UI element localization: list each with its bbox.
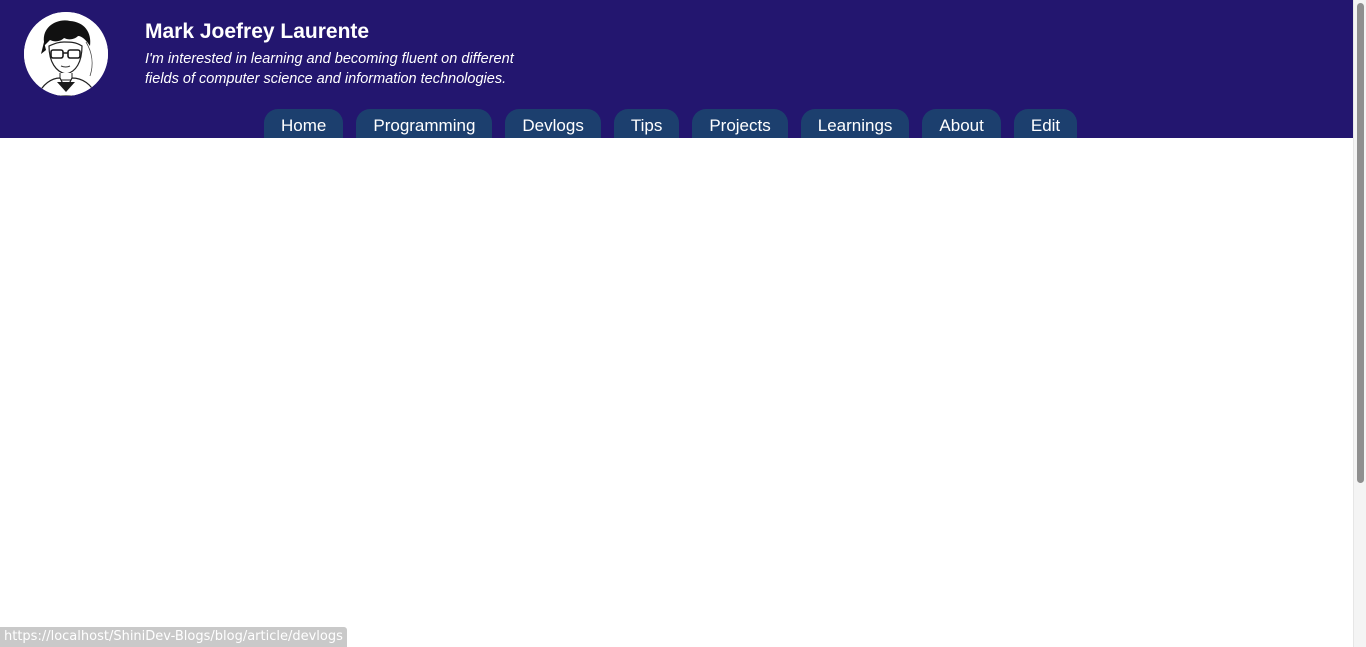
site-tagline: I'm interested in learning and becoming … bbox=[145, 51, 514, 87]
nav-item-edit[interactable]: Edit bbox=[1013, 109, 1078, 138]
nav-item-about[interactable]: About bbox=[922, 109, 1001, 138]
user-portrait-icon bbox=[24, 12, 108, 96]
avatar[interactable] bbox=[24, 12, 108, 96]
nav-item-programming[interactable]: Programming bbox=[356, 109, 493, 138]
main-nav: Home Programming Devlogs Tips Projects L… bbox=[264, 109, 1078, 138]
scrollbar-thumb[interactable] bbox=[1357, 3, 1364, 483]
vertical-scrollbar[interactable] bbox=[1353, 0, 1366, 647]
nav-item-devlogs[interactable]: Devlogs bbox=[505, 109, 601, 138]
site-title: Mark Joefrey Laurente bbox=[145, 20, 370, 43]
link-status-bar: https://localhost/ShiniDev-Blogs/blog/ar… bbox=[0, 627, 347, 647]
page: Mark Joefrey Laurente I'm interested in … bbox=[0, 0, 1366, 647]
nav-item-projects[interactable]: Projects bbox=[692, 109, 788, 138]
nav-item-home[interactable]: Home bbox=[264, 109, 344, 138]
site-header: Mark Joefrey Laurente I'm interested in … bbox=[0, 0, 1353, 138]
nav-item-learnings[interactable]: Learnings bbox=[800, 109, 910, 138]
nav-item-tips[interactable]: Tips bbox=[613, 109, 680, 138]
